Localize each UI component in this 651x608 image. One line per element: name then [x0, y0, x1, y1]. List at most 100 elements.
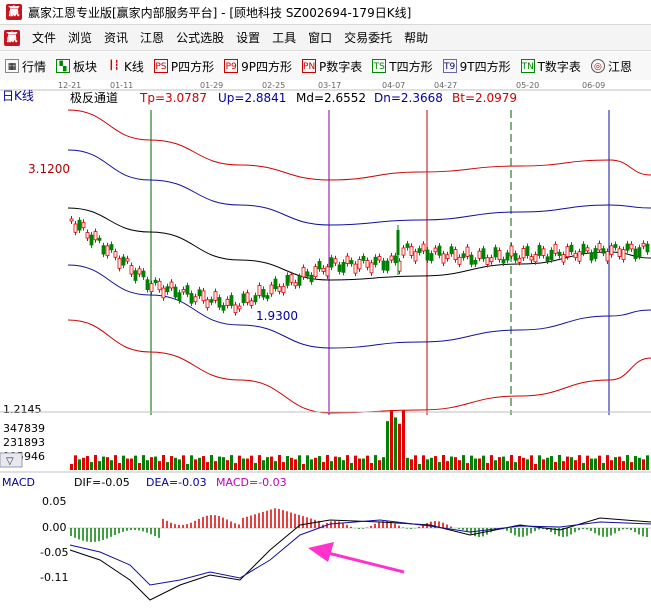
volume-bar: [286, 456, 289, 470]
candle-body: [481, 248, 486, 260]
tn-icon: TN: [520, 59, 535, 73]
candle-body: [277, 286, 282, 292]
candle-body: [269, 284, 274, 295]
volume-bar: [618, 456, 621, 470]
candle-body: [461, 253, 466, 259]
volume-bar: [154, 456, 157, 470]
volume-bar: [494, 460, 497, 470]
volume-bar: [466, 463, 469, 470]
candle-body: [273, 278, 278, 290]
toolbar-p-square-button[interactable]: PS P四方形: [149, 58, 219, 75]
toolbar-9t-square-button[interactable]: T9 9T四方形: [438, 58, 516, 75]
candle-body: [601, 248, 606, 254]
volume-bar: [382, 457, 385, 470]
menu-window[interactable]: 窗口: [302, 29, 338, 46]
candle-body: [93, 231, 98, 241]
date-tick: 05-20: [516, 81, 539, 90]
candle-body: [553, 243, 558, 254]
volume-bar: [302, 463, 305, 470]
candle-body: [393, 255, 398, 264]
toolbar-t-table-button[interactable]: TN T数字表: [516, 58, 586, 75]
candle-body: [485, 257, 490, 265]
chart-area[interactable]: 12-21 01-11 01-29 02-25 03-17 04-07 04-27 05-20…: [0, 80, 651, 604]
volume-bar: [430, 457, 433, 470]
volume-bar: [282, 462, 285, 470]
macd-dif: DIF=-0.05: [74, 476, 130, 489]
volume-bar: [414, 455, 417, 470]
toolbar-sector-button[interactable]: ▚ 板块: [51, 58, 102, 75]
volume-bar: [250, 455, 253, 470]
candle-body: [361, 255, 366, 261]
volume-bar: [106, 457, 109, 470]
volume-bar: [530, 455, 533, 470]
volume-bar: [138, 463, 141, 470]
volume-bar: [90, 462, 93, 470]
candle-body: [217, 297, 222, 308]
volume-bar: [146, 460, 149, 470]
menu-gann[interactable]: 江恩: [134, 29, 170, 46]
macd-tick-2: 0.00: [42, 521, 67, 534]
toolbar-9p-square-button[interactable]: P9 9P四方形: [219, 58, 297, 75]
toolbar-label: T数字表: [537, 59, 581, 74]
candle-body: [593, 248, 598, 259]
candle-body: [69, 218, 74, 222]
volume-bar: [254, 463, 257, 470]
volume-bar: [182, 455, 185, 470]
macd-value: MACD=-0.03: [216, 476, 287, 489]
volume-bar: [314, 457, 317, 470]
candle-body: [73, 223, 78, 233]
volume-bar: [374, 455, 377, 470]
toolbar-kline-button[interactable]: ┃┇ K线: [102, 58, 149, 75]
menu-formula[interactable]: 公式选股: [170, 29, 230, 46]
volume-bar: [370, 463, 373, 470]
volume-bar: [406, 457, 409, 470]
volume-bar: [214, 461, 217, 470]
volume-bar: [610, 460, 613, 470]
candle-body: [149, 283, 154, 293]
volume-tick-2: 231893: [3, 436, 45, 449]
ts-icon: TS: [372, 59, 387, 73]
menu-logo-icon[interactable]: 赢: [4, 29, 20, 46]
candle-body: [209, 299, 214, 303]
volume-bar: [498, 457, 501, 470]
menu-browse[interactable]: 浏览: [62, 29, 98, 46]
volume-bar: [486, 462, 489, 470]
volume-bar: [550, 456, 553, 470]
volume-bar: [358, 458, 361, 470]
menu-help[interactable]: 帮助: [398, 29, 434, 46]
menu-settings[interactable]: 设置: [230, 29, 266, 46]
menu-file[interactable]: 文件: [26, 29, 62, 46]
candle-body: [396, 230, 400, 255]
toolbar-p-table-button[interactable]: PN P数字表: [297, 58, 367, 75]
volume-bar: [290, 457, 293, 470]
menu-tools[interactable]: 工具: [266, 29, 302, 46]
candle-body: [253, 295, 258, 303]
kline-chart[interactable]: 12-21 01-11 01-29 02-25 03-17 04-07 04-27 05-20…: [0, 80, 651, 604]
volume-bar: [174, 457, 177, 470]
candle-body: [301, 267, 306, 278]
menu-bar: 赢 文件 浏览 资讯 江恩 公式选股 设置 工具 窗口 交易委托 帮助: [0, 25, 651, 51]
volume-bar: [242, 458, 245, 470]
volume-bar: [274, 461, 277, 470]
candle-body: [165, 286, 170, 293]
candle-body: [265, 295, 270, 299]
volume-bar: [578, 455, 581, 470]
menu-info[interactable]: 资讯: [98, 29, 134, 46]
volume-bar: [150, 457, 153, 470]
toolbar-quotes-button[interactable]: ▦ 行情: [0, 58, 51, 75]
volume-bar: [158, 461, 161, 470]
volume-bar: [246, 458, 249, 470]
candle-body: [549, 249, 554, 261]
menu-trade[interactable]: 交易委托: [338, 29, 398, 46]
candle-body: [561, 254, 566, 263]
toolbar-t-square-button[interactable]: TS T四方形: [367, 58, 437, 75]
date-tick: 06-09: [582, 81, 605, 90]
toolbar-gann-button[interactable]: ◎ 江恩: [586, 58, 637, 75]
volume-tick-1: 347839: [3, 422, 45, 435]
volume-bar: [386, 421, 389, 470]
toolbar-label: 行情: [22, 59, 47, 74]
candle-body: [261, 289, 266, 298]
candle-body: [613, 244, 618, 248]
candle-body: [181, 289, 186, 293]
candle-body: [121, 256, 126, 266]
